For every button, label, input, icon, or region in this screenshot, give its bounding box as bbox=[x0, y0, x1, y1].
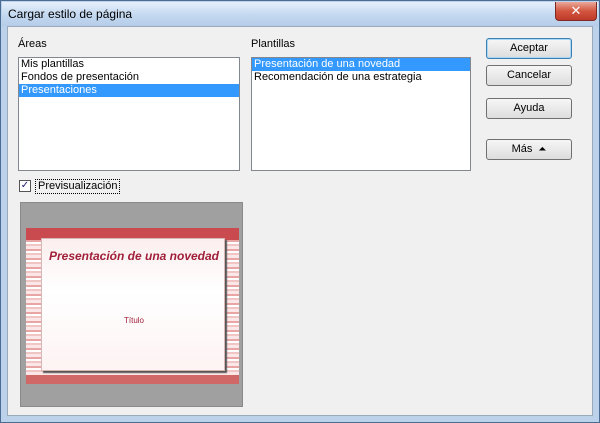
slide-thumbnail: Presentación de una novedad Título bbox=[26, 228, 239, 384]
areas-label: Áreas bbox=[18, 38, 47, 50]
window-title: Cargar estilo de página bbox=[8, 7, 133, 21]
areas-listbox[interactable]: Mis plantillas Fondos de presentación Pr… bbox=[18, 57, 240, 171]
close-button[interactable]: ✕ bbox=[555, 2, 597, 21]
dialog-body: Áreas Mis plantillas Fondos de presentac… bbox=[7, 26, 593, 416]
slide-title: Presentación de una novedad bbox=[48, 249, 220, 263]
preview-checkbox-label[interactable]: Previsualización bbox=[35, 179, 121, 194]
preview-checkbox[interactable]: ✓ bbox=[19, 180, 31, 192]
plantillas-label: Plantillas bbox=[251, 38, 296, 50]
checkmark-icon: ✓ bbox=[20, 180, 30, 191]
more-button-label: Más bbox=[511, 143, 533, 155]
list-item-fondos-de-presentacion[interactable]: Fondos de presentación bbox=[19, 71, 239, 84]
template-preview: Presentación de una novedad Título bbox=[20, 202, 243, 407]
title-bar[interactable]: Cargar estilo de página ✕ bbox=[2, 2, 598, 26]
list-item-presentaciones[interactable]: Presentaciones bbox=[19, 84, 239, 97]
dialog-window: Cargar estilo de página ✕ Áreas Mis plan… bbox=[0, 0, 600, 423]
list-item-presentacion-de-una-novedad[interactable]: Presentación de una novedad bbox=[252, 58, 470, 71]
list-item-recomendacion-de-una-estrategia[interactable]: Recomendación de una estrategia bbox=[252, 71, 470, 84]
chevron-up-icon: ⏶ bbox=[538, 144, 547, 155]
slide-content-panel: Presentación de una novedad Título bbox=[41, 238, 225, 371]
accept-button[interactable]: Aceptar bbox=[486, 38, 572, 59]
close-icon: ✕ bbox=[570, 3, 582, 18]
cancel-button[interactable]: Cancelar bbox=[486, 65, 572, 86]
slide-bottom-band bbox=[26, 375, 239, 384]
list-item-mis-plantillas[interactable]: Mis plantillas bbox=[19, 58, 239, 71]
help-button[interactable]: Ayuda bbox=[486, 98, 572, 119]
more-button[interactable]: Más ⏶ bbox=[486, 139, 572, 160]
slide-subtitle: Título bbox=[123, 316, 144, 325]
plantillas-listbox[interactable]: Presentación de una novedad Recomendació… bbox=[251, 57, 471, 171]
